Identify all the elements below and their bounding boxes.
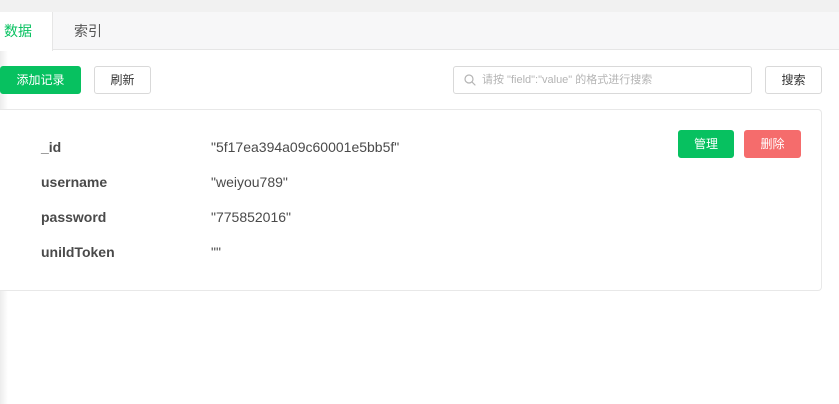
field-value: "775852016" xyxy=(211,209,292,225)
field-key: unildToken xyxy=(41,244,115,260)
search-box xyxy=(453,66,752,94)
delete-button[interactable]: 删除 xyxy=(744,130,801,158)
tab-data[interactable]: 数据 xyxy=(0,12,53,51)
tab-bar: 数据 索引 xyxy=(0,12,839,51)
tab-index[interactable]: 索引 xyxy=(60,12,116,50)
field-row: _id "5f17ea394a09c60001e5bb5f" xyxy=(0,137,600,157)
top-shade xyxy=(0,0,839,12)
field-row: username "weiyou789" xyxy=(0,172,600,192)
search-button[interactable]: 搜索 xyxy=(765,66,822,94)
field-row: unildToken "" xyxy=(0,242,600,262)
field-key: _id xyxy=(41,139,62,155)
search-icon xyxy=(464,74,476,86)
refresh-button[interactable]: 刷新 xyxy=(94,66,151,94)
field-key: password xyxy=(41,209,107,225)
add-record-button[interactable]: 添加记录 xyxy=(0,66,81,94)
field-value: "weiyou789" xyxy=(211,174,288,190)
record-card: _id "5f17ea394a09c60001e5bb5f" username … xyxy=(0,109,822,291)
search-input[interactable] xyxy=(482,67,744,93)
manage-button[interactable]: 管理 xyxy=(678,130,734,158)
field-key: username xyxy=(41,174,108,190)
field-value: "" xyxy=(211,244,221,260)
field-value: "5f17ea394a09c60001e5bb5f" xyxy=(211,139,400,155)
field-row: password "775852016" xyxy=(0,207,600,227)
